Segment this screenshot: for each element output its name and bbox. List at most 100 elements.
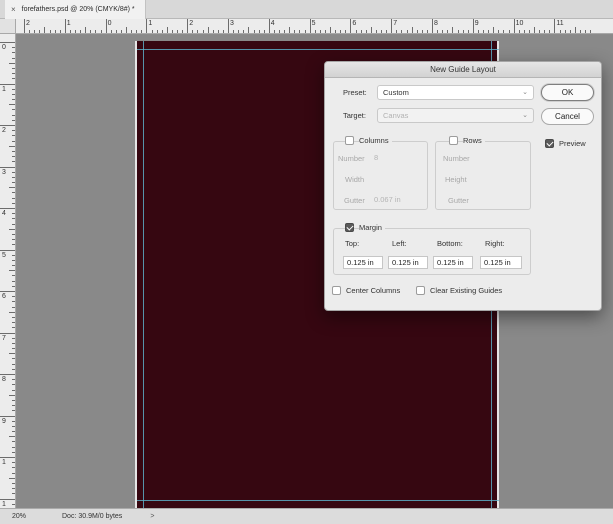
- ruler-tick: [12, 182, 15, 184]
- ruler-tick: [569, 30, 571, 33]
- vertical-ruler[interactable]: 0 1 2 3 4 5 6 7 8 9 1 1: [0, 34, 16, 508]
- ruler-tick: [539, 30, 541, 33]
- zoom-level[interactable]: 20%: [0, 513, 40, 520]
- margin-checkbox[interactable]: [345, 223, 354, 232]
- ruler-label: 6: [352, 20, 357, 27]
- ruler-tick: [309, 19, 311, 33]
- preview-checkbox[interactable]: [545, 139, 554, 148]
- ruler-tick: [9, 436, 15, 438]
- ruler-tick: [391, 19, 393, 33]
- ruler-origin[interactable]: [0, 19, 16, 34]
- ruler-tick: [340, 30, 342, 33]
- ruler-label: 2: [2, 127, 6, 134]
- ruler-label: 9: [2, 417, 6, 425]
- columns-width-field[interactable]: [370, 172, 420, 185]
- ruler-tick: [12, 405, 15, 407]
- margin-bottom-field[interactable]: 0.125 in: [433, 256, 473, 269]
- ruler-tick: [202, 30, 204, 33]
- preset-value: Custom: [383, 88, 409, 97]
- ruler-tick: [12, 275, 15, 277]
- target-dropdown[interactable]: Canvas ⌄: [377, 108, 534, 123]
- ruler-tick: [85, 27, 87, 33]
- ruler-tick: [105, 19, 107, 33]
- ruler-label: 2: [189, 20, 194, 27]
- ruler-label: 1: [66, 20, 71, 27]
- margin-guide-top: [137, 49, 499, 50]
- preset-dropdown[interactable]: Custom ⌄: [377, 85, 534, 100]
- ruler-tick: [304, 30, 306, 33]
- ruler-label: 1: [2, 459, 6, 466]
- ruler-tick: [386, 30, 388, 33]
- ruler-tick: [12, 109, 15, 111]
- ruler-tick: [151, 30, 153, 33]
- ruler-tick: [585, 30, 586, 33]
- ruler-tick: [268, 19, 270, 33]
- ruler-tick: [12, 306, 15, 308]
- ruler-tick: [564, 30, 566, 33]
- ruler-tick: [12, 140, 15, 142]
- target-value: Canvas: [383, 111, 409, 120]
- ruler-tick: [0, 42, 15, 43]
- margin-guide-left: [143, 41, 144, 508]
- close-tab-icon[interactable]: ×: [11, 5, 16, 14]
- ruler-tick: [579, 30, 581, 33]
- ruler-tick: [12, 57, 15, 59]
- rows-gutter-label: Gutter: [448, 196, 469, 205]
- dialog-title[interactable]: New Guide Layout: [325, 62, 601, 78]
- ruler-tick: [559, 30, 561, 33]
- ruler-tick: [12, 316, 15, 318]
- ruler-tick: [9, 477, 15, 479]
- ruler-tick: [12, 119, 15, 121]
- preset-label: Preset:: [343, 88, 367, 97]
- rows-number-label: Number: [443, 154, 470, 163]
- ruler-tick: [126, 27, 127, 33]
- ruler-tick: [299, 30, 301, 33]
- ruler-tick: [12, 114, 15, 116]
- rows-label: Rows: [463, 136, 485, 145]
- ruler-tick: [12, 467, 15, 469]
- margin-bottom-label: Bottom:: [437, 239, 463, 248]
- ruler-tick: [9, 187, 15, 189]
- columns-width-label: Width: [345, 175, 365, 184]
- columns-checkbox[interactable]: [345, 136, 354, 145]
- ruler-tick: [263, 30, 265, 33]
- ruler-tick: [12, 244, 15, 246]
- cancel-button[interactable]: Cancel: [541, 108, 594, 125]
- status-menu-arrow-icon[interactable]: >: [150, 513, 154, 520]
- ruler-label: 0: [2, 44, 6, 51]
- ruler-tick: [12, 472, 15, 474]
- ruler-tick: [212, 30, 214, 33]
- ruler-tick: [161, 30, 163, 33]
- ruler-tick: [528, 30, 530, 33]
- ruler-tick: [12, 301, 15, 303]
- ok-button[interactable]: OK: [541, 84, 594, 101]
- document-tab[interactable]: × forefathers.psd @ 20% (CMYK/8#) *: [5, 0, 146, 19]
- ruler-tick: [12, 47, 15, 49]
- margin-right-field[interactable]: 0.125 in: [480, 256, 522, 269]
- ruler-tick: [452, 27, 454, 33]
- rows-checkbox[interactable]: [449, 136, 458, 145]
- ruler-tick: [447, 30, 449, 33]
- ruler-tick: [437, 30, 439, 33]
- ruler-tick: [432, 19, 433, 33]
- columns-gutter-field[interactable]: 0.067 in: [370, 193, 425, 206]
- clear-guides-checkbox[interactable]: [416, 286, 425, 295]
- center-columns-checkbox[interactable]: [332, 286, 341, 295]
- margin-top-field[interactable]: 0.125 in: [343, 256, 383, 269]
- ruler-tick: [396, 30, 398, 33]
- ruler-tick: [156, 30, 158, 33]
- ruler-tick: [192, 30, 194, 33]
- ruler-tick: [442, 30, 444, 33]
- ruler-tick: [0, 374, 15, 375]
- ruler-tick: [29, 30, 31, 33]
- clear-guides-label: Clear Existing Guides: [430, 286, 503, 295]
- ruler-tick: [9, 270, 15, 272]
- ruler-tick: [238, 30, 240, 33]
- ruler-tick: [12, 337, 15, 339]
- ruler-tick: [294, 30, 296, 33]
- horizontal-ruler[interactable]: 2 1 0 1 2 3 4 5 6 7 8 9 10 11: [16, 19, 613, 34]
- ruler-tick: [370, 27, 372, 33]
- ruler-tick: [508, 30, 510, 33]
- columns-number-field[interactable]: 8: [370, 151, 420, 164]
- margin-left-field[interactable]: 0.125 in: [388, 256, 428, 269]
